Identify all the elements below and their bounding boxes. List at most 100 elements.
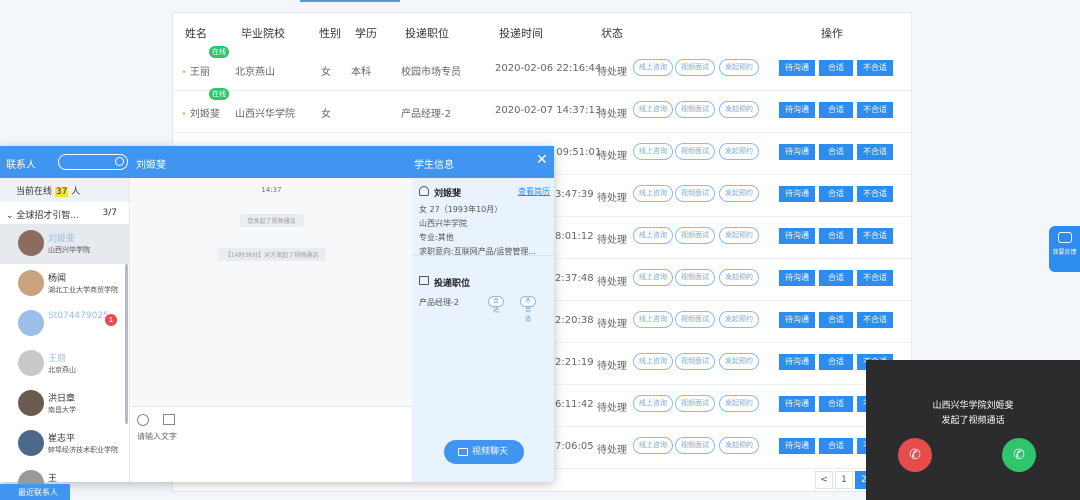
header-school: 毕业院校 [241, 27, 285, 40]
schedule-button[interactable]: 发起预约 [719, 59, 759, 76]
view-resume-link[interactable]: 查看简历 [518, 186, 550, 197]
schedule-button[interactable]: 发起预约 [719, 185, 759, 202]
schedule-button[interactable]: 发起预约 [719, 227, 759, 244]
briefcase-icon [419, 276, 429, 285]
contact-scrollbar[interactable] [125, 264, 128, 424]
to-communicate-button[interactable]: 待沟通 [779, 228, 815, 244]
recent-contacts-tab[interactable]: 最近联系人 [0, 484, 70, 500]
image-icon[interactable] [163, 414, 175, 425]
status-text: 待处理 [597, 403, 627, 414]
unsuitable-button[interactable]: 不合适 [520, 296, 537, 323]
emoji-icon[interactable] [137, 414, 149, 426]
to-communicate-button[interactable]: 待沟通 [779, 396, 815, 412]
online-consult-button[interactable]: 线上咨询 [633, 227, 673, 244]
unsuitable-button[interactable]: 不合适 [857, 228, 893, 244]
suitable-button[interactable]: 合适 [819, 60, 853, 76]
schedule-button[interactable]: 发起预约 [719, 143, 759, 160]
online-consult-button[interactable]: 线上咨询 [633, 395, 673, 412]
suitable-button[interactable]: 合适 [819, 270, 853, 286]
online-count: 37 [54, 187, 69, 197]
online-consult-button[interactable]: 线上咨询 [633, 353, 673, 370]
video-chat-button[interactable]: 视频聊天 [444, 440, 524, 464]
contact-school: 北京燕山 [48, 366, 76, 374]
video-interview-button[interactable]: 视频面试 [675, 143, 715, 160]
unsuitable-button[interactable]: 不合适 [857, 186, 893, 202]
suitable-button[interactable]: 合适 [819, 228, 853, 244]
candidate-name[interactable]: • 王丽 [181, 63, 210, 78]
online-consult-button[interactable]: 线上咨询 [633, 101, 673, 118]
online-consult-button[interactable]: 线上咨询 [633, 143, 673, 160]
message-input-area[interactable]: 请输入文字 [131, 406, 412, 482]
candidate-education: 本科 [351, 67, 371, 78]
contact-item[interactable]: St074479025 1 [0, 304, 129, 344]
contact-group[interactable]: ⌄ 全球招才引智... 3/7 [0, 202, 129, 224]
contact-name: 王 [48, 474, 58, 484]
to-communicate-button[interactable]: 待沟通 [779, 438, 815, 454]
suitable-button[interactable]: 合适 [819, 354, 853, 370]
unsuitable-button[interactable]: 不合适 [857, 144, 893, 160]
video-interview-button[interactable]: 视频面试 [675, 311, 715, 328]
to-communicate-button[interactable]: 待沟通 [779, 186, 815, 202]
student-info-label: 学生信息 [414, 160, 454, 171]
status-text: 待处理 [597, 109, 627, 120]
contact-search-input[interactable] [58, 154, 128, 170]
suitable-button[interactable]: 合适 [488, 296, 505, 314]
search-icon[interactable] [115, 157, 124, 166]
contact-item[interactable]: 杨闻 湖北工业大学商贸学院 [0, 264, 129, 304]
status-text: 待处理 [597, 151, 627, 162]
top-accent-line [300, 0, 400, 2]
unsuitable-button[interactable]: 不合适 [857, 270, 893, 286]
chat-window: 联系人 刘姬斐 学生信息 ✕ 当前在线 37 人 ⌄ 全球招才引智... 3/7… [0, 146, 554, 496]
suitable-button[interactable]: 合适 [819, 438, 853, 454]
schedule-button[interactable]: 发起预约 [719, 269, 759, 286]
suitable-button[interactable]: 合适 [819, 396, 853, 412]
status-text: 待处理 [597, 67, 627, 78]
close-icon[interactable]: ✕ [536, 152, 548, 168]
contact-item[interactable]: 刘姬斐 山西兴华学院 [0, 224, 129, 264]
unsuitable-button[interactable]: 不合适 [857, 60, 893, 76]
video-interview-button[interactable]: 视频面试 [675, 185, 715, 202]
suitable-button[interactable]: 合适 [819, 102, 853, 118]
schedule-button[interactable]: 发起预约 [719, 101, 759, 118]
online-consult-button[interactable]: 线上咨询 [633, 185, 673, 202]
pager-page-1[interactable]: 1 [835, 471, 853, 489]
online-consult-button[interactable]: 线上咨询 [633, 311, 673, 328]
candidate-name[interactable]: • 刘姬斐 [181, 105, 220, 120]
to-communicate-button[interactable]: 待沟通 [779, 354, 815, 370]
contact-item[interactable]: 王丽 北京燕山 [0, 344, 129, 384]
contact-item[interactable]: 洪日章 南昌大学 [0, 384, 129, 424]
video-interview-button[interactable]: 视频面试 [675, 437, 715, 454]
to-communicate-button[interactable]: 待沟通 [779, 102, 815, 118]
to-communicate-button[interactable]: 待沟通 [779, 270, 815, 286]
suitable-button[interactable]: 合适 [819, 312, 853, 328]
schedule-button[interactable]: 发起预约 [719, 395, 759, 412]
video-interview-button[interactable]: 视频面试 [675, 59, 715, 76]
pager-prev-button[interactable]: < [815, 471, 833, 489]
online-consult-button[interactable]: 线上咨询 [633, 59, 673, 76]
video-interview-button[interactable]: 视频面试 [675, 353, 715, 370]
video-interview-button[interactable]: 视频面试 [675, 101, 715, 118]
feedback-tab[interactable]: 我要反馈 [1049, 226, 1080, 272]
contact-school: 南昌大学 [48, 406, 76, 414]
contact-item[interactable]: 崔志平 蚌埠经济技术职业学院 [0, 424, 129, 464]
schedule-button[interactable]: 发起预约 [719, 353, 759, 370]
suitable-button[interactable]: 合适 [819, 186, 853, 202]
reject-call-button[interactable]: ✆ [898, 438, 932, 472]
message-input[interactable]: 请输入文字 [137, 431, 177, 442]
suitable-button[interactable]: 合适 [819, 144, 853, 160]
contact-school: 湖北工业大学商贸学院 [48, 286, 118, 294]
to-communicate-button[interactable]: 待沟通 [779, 312, 815, 328]
video-interview-button[interactable]: 视频面试 [675, 269, 715, 286]
unsuitable-button[interactable]: 不合适 [857, 312, 893, 328]
schedule-button[interactable]: 发起预约 [719, 311, 759, 328]
video-interview-button[interactable]: 视频面试 [675, 395, 715, 412]
online-consult-button[interactable]: 线上咨询 [633, 437, 673, 454]
accept-call-button[interactable]: ✆ [1002, 438, 1036, 472]
video-interview-button[interactable]: 视频面试 [675, 227, 715, 244]
unsuitable-button[interactable]: 不合适 [857, 102, 893, 118]
to-communicate-button[interactable]: 待沟通 [779, 144, 815, 160]
online-consult-button[interactable]: 线上咨询 [633, 269, 673, 286]
student-intent: 求职意向:互联网产品/运营管理... [419, 247, 537, 256]
schedule-button[interactable]: 发起预约 [719, 437, 759, 454]
to-communicate-button[interactable]: 待沟通 [779, 60, 815, 76]
